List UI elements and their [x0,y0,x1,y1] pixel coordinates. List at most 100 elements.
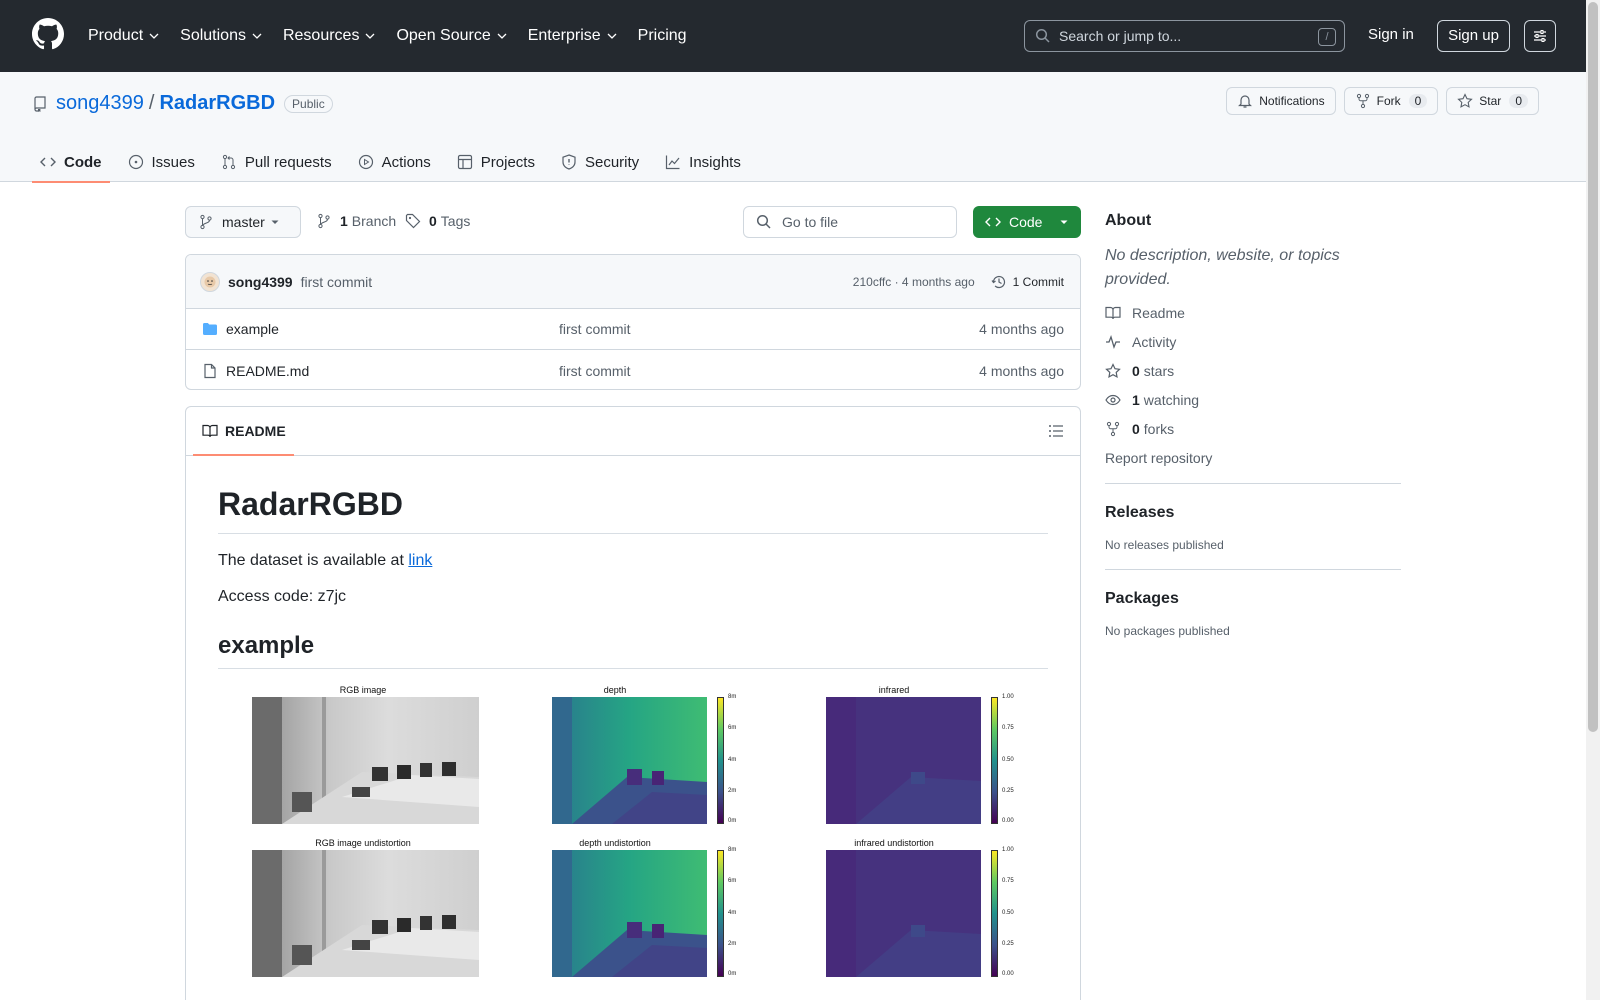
commit-author[interactable]: song4399 [228,274,293,290]
star-icon [1457,93,1474,108]
tick-label: 2m [728,788,737,794]
branch-selector[interactable]: master [185,206,301,238]
watching-label: watching [1143,392,1200,408]
example-figures: RGB image depth 8m 6m 4m 2m 0m infrared … [218,669,1048,989]
tab-projects[interactable]: Projects [449,142,543,182]
fork-button[interactable]: Fork 0 [1343,87,1439,115]
readme-tab[interactable]: README [193,407,294,456]
access-code-text: Access code: z7jc [218,588,347,605]
caret-down-icon [271,220,279,224]
search-input[interactable]: Search or jump to... / [1024,20,1345,52]
figure-title: depth undistortion [579,838,651,848]
tick-label: 4m [728,910,737,916]
nav-pricing[interactable]: Pricing [638,27,687,45]
tick-label: 0.25 [1002,941,1014,947]
forks-count: 0 [1132,421,1140,437]
code-button-label: Code [1009,214,1043,230]
star-icon [1105,363,1121,379]
file-name[interactable]: example [226,321,279,337]
scrollbar-thumb[interactable] [1588,2,1598,732]
repo-name-link[interactable]: RadarRGBD [159,92,275,115]
releases-heading[interactable]: Releases [1105,504,1401,522]
tab-insights[interactable]: Insights [657,142,749,182]
tick-label: 0.75 [1002,725,1014,731]
tick-label: 6m [728,878,737,884]
eye-icon [1105,394,1121,406]
search-icon [756,214,771,229]
no-packages-text: No packages published [1105,624,1230,638]
code-button[interactable]: Code [973,206,1081,238]
depth-image [552,697,707,824]
tab-code[interactable]: Code [32,142,110,183]
stars-link[interactable]: 0 stars [1105,363,1401,379]
repo-owner-link[interactable]: song4399 [56,92,144,115]
sign-in-link[interactable]: Sign in [1368,26,1414,43]
commits-link[interactable]: 1 Commit [991,274,1064,290]
chevron-down-icon [149,33,159,39]
search-icon [1035,28,1050,43]
branch-name: master [222,214,265,230]
search-placeholder: Search or jump to... [1059,28,1182,44]
nav-enterprise[interactable]: Enterprise [528,27,618,45]
fork-icon [1106,421,1120,437]
packages-heading[interactable]: Packages [1105,590,1401,608]
avatar[interactable] [200,271,220,292]
file-commit-message[interactable]: first commit [559,363,631,379]
notifications-label: Notifications [1259,94,1325,108]
menu-button[interactable] [1524,20,1556,52]
visibility-badge: Public [284,94,333,113]
rgb-undistortion-image [252,850,479,977]
tab-issues[interactable]: Issues [120,142,203,182]
avatar-face-icon [204,276,216,287]
file-row[interactable]: example first commit 4 months ago [186,309,1080,350]
file-list: song4399 first commit 210cffc · 4 months… [185,254,1081,390]
watching-link[interactable]: 1 watching [1105,392,1401,408]
star-count: 0 [1509,94,1528,108]
commit-message[interactable]: first commit [301,274,373,290]
notifications-button[interactable]: Notifications [1226,87,1336,115]
tab-actions[interactable]: Actions [350,142,439,182]
global-header: Product Solutions Resources Open Source … [0,0,1586,72]
nav-solutions[interactable]: Solutions [180,27,263,45]
tick-label: 8m [728,694,737,700]
fork-label: Fork [1376,94,1401,108]
nav-open-source[interactable]: Open Source [396,27,507,45]
file-name[interactable]: README.md [226,363,309,379]
tab-pull-requests[interactable]: Pull requests [213,142,340,182]
book-icon [202,424,218,438]
branches-link[interactable]: 1 Branch [316,213,396,229]
repo-tabs: Code Issues Pull requests Actions Projec… [32,142,759,183]
branch-label: Branch [351,213,397,229]
list-unordered-icon[interactable] [1048,423,1064,439]
tick-label: 0.50 [1002,757,1014,763]
depth-figure: depth 8m 6m 4m 2m 0m [518,685,748,825]
dataset-link[interactable]: link [408,552,432,569]
readme-link[interactable]: Readme [1105,305,1401,321]
about-description: No description, website, or topics provi… [1105,247,1340,288]
top-nav: Product Solutions Resources Open Source … [88,0,707,72]
tab-security[interactable]: Security [553,142,647,182]
nav-resources[interactable]: Resources [283,27,376,45]
report-repository-link[interactable]: Report repository [1105,450,1401,466]
file-row[interactable]: README.md first commit 4 months ago [186,350,1080,389]
commit-sha-time[interactable]: 210cffc · 4 months ago [853,275,975,289]
forks-link[interactable]: 0 forks [1105,421,1401,437]
github-logo-icon[interactable] [32,18,64,50]
file-date: 4 months ago [979,362,1064,379]
tags-link[interactable]: 0 Tags [405,213,470,229]
star-button[interactable]: Star 0 [1446,87,1539,115]
search-shortcut-key: / [1318,28,1336,46]
bell-icon [1238,95,1253,108]
chevron-down-icon [497,33,507,39]
nav-product[interactable]: Product [88,27,160,45]
page-scrollbar[interactable] [1586,0,1600,1000]
go-to-file-input[interactable]: Go to file [743,206,957,238]
fork-icon [1356,93,1369,109]
file-commit-message[interactable]: first commit [559,321,631,337]
activity-link[interactable]: Activity [1105,334,1401,350]
sign-up-button[interactable]: Sign up [1437,20,1510,52]
branch-icon [200,214,212,230]
infrared-figure: infrared 1.00 0.75 0.50 0.25 0.00 [792,685,1032,825]
infrared-undistortion-image [826,850,981,977]
tab-issues-label: Issues [151,153,195,171]
